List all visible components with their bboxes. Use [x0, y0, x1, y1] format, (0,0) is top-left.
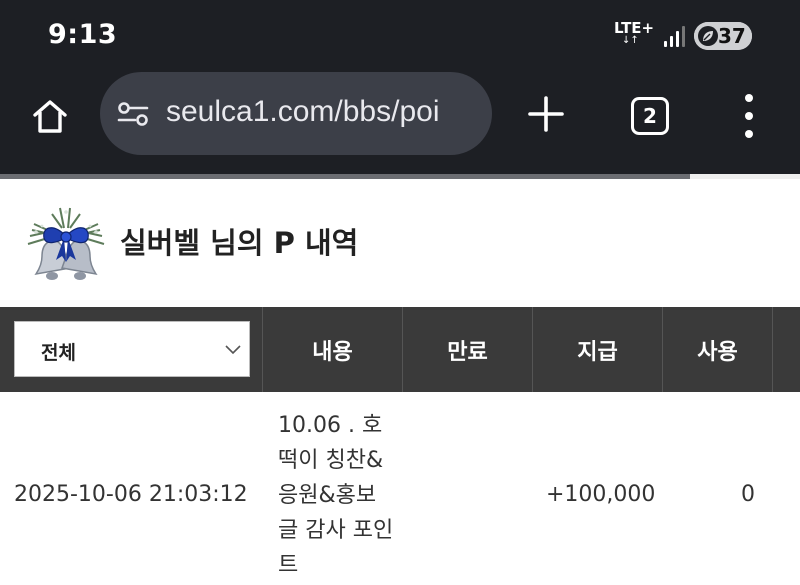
- row-date: 2025-10-06 21:03:12: [14, 482, 248, 507]
- home-icon: [33, 100, 67, 133]
- more-vert-icon[interactable]: [740, 94, 758, 138]
- row-content: 10.06 . 호떡이 칭찬&응원&홍보글 감사 포인트: [278, 413, 394, 578]
- home-button[interactable]: [26, 92, 74, 140]
- chevron-down-icon: [225, 345, 241, 355]
- status-time: 9:13: [48, 19, 118, 50]
- network-activity-icon: ↓↑: [622, 35, 639, 46]
- column-header-grant: 지급: [532, 307, 662, 392]
- page-header: 실버벨 님의 P 내역: [0, 180, 800, 307]
- new-tab-button[interactable]: [526, 94, 566, 134]
- url-text[interactable]: seulca1.com/bbs/poi: [166, 95, 440, 129]
- column-header-content: 내용: [262, 307, 402, 392]
- tab-switcher-button[interactable]: 2: [631, 97, 669, 135]
- address-bar[interactable]: seulca1.com/bbs/poi: [100, 72, 492, 155]
- battery-level: 37: [718, 24, 746, 48]
- battery-saver-leaf-icon: [698, 26, 718, 46]
- row-use: 0: [741, 482, 755, 507]
- table-header: 전체 내용 만료 지급 사용: [0, 307, 800, 392]
- network-type: LTE+: [614, 19, 655, 37]
- column-header-use: 사용: [662, 307, 772, 392]
- bell-icon: [27, 207, 105, 280]
- filter-selected-value: 전체: [41, 342, 76, 364]
- status-bar: 9:13 LTE+ ↓↑ 37: [0, 0, 800, 70]
- row-grant: +100,000: [546, 482, 656, 507]
- site-settings-icon[interactable]: [117, 101, 149, 127]
- page-title: 실버벨 님의 P 내역: [120, 226, 359, 260]
- table-row: 2025-10-06 21:03:12 10.06 . 호떡이 칭찬&응원&홍보…: [0, 392, 800, 585]
- page-load-progress: [0, 174, 690, 179]
- browser-toolbar: seulca1.com/bbs/poi 2: [0, 70, 800, 174]
- battery-icon: 37: [694, 22, 752, 50]
- signal-icon: [664, 25, 686, 47]
- column-header-expire: 만료: [402, 307, 532, 392]
- filter-select[interactable]: 전체: [14, 321, 250, 377]
